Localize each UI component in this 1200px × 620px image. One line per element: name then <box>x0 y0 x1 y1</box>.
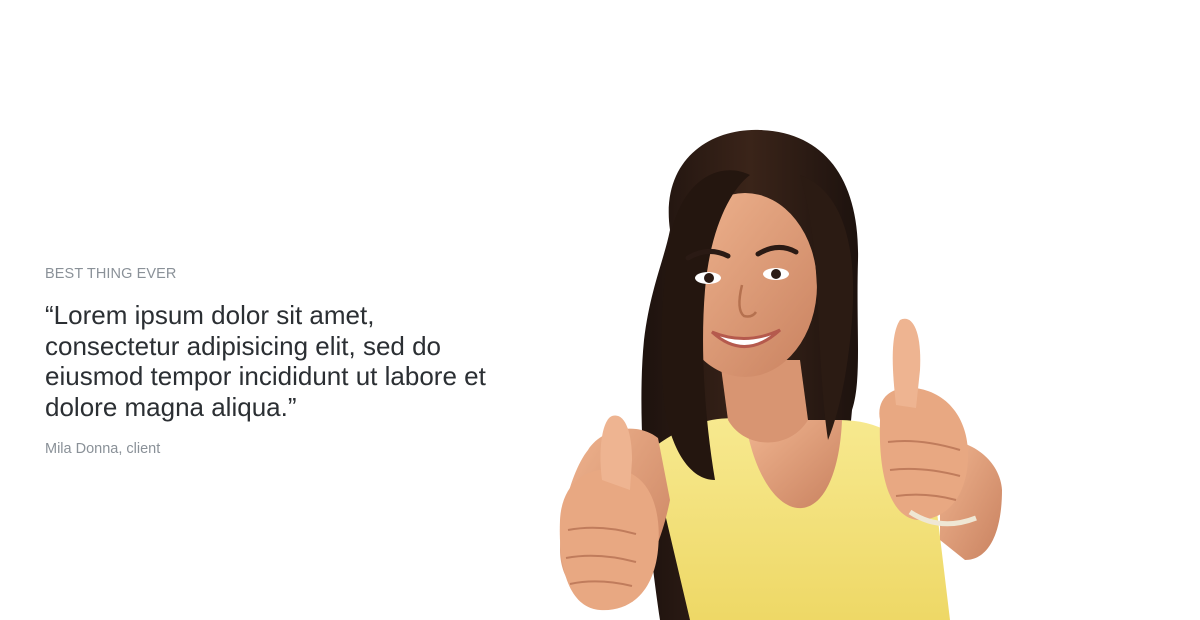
testimonial-photo <box>540 120 1020 620</box>
testimonial-eyebrow: BEST THING EVER <box>45 266 177 282</box>
testimonial-text-block: BEST THING EVER “Lorem ipsum dolor sit a… <box>45 264 515 459</box>
testimonial-author: Mila Donna, client <box>45 441 161 457</box>
woman-thumbs-up-image <box>559 129 1002 620</box>
testimonial-section: BEST THING EVER “Lorem ipsum dolor sit a… <box>0 0 1200 620</box>
testimonial-quote: “Lorem ipsum dolor sit amet, consectetur… <box>45 300 486 422</box>
